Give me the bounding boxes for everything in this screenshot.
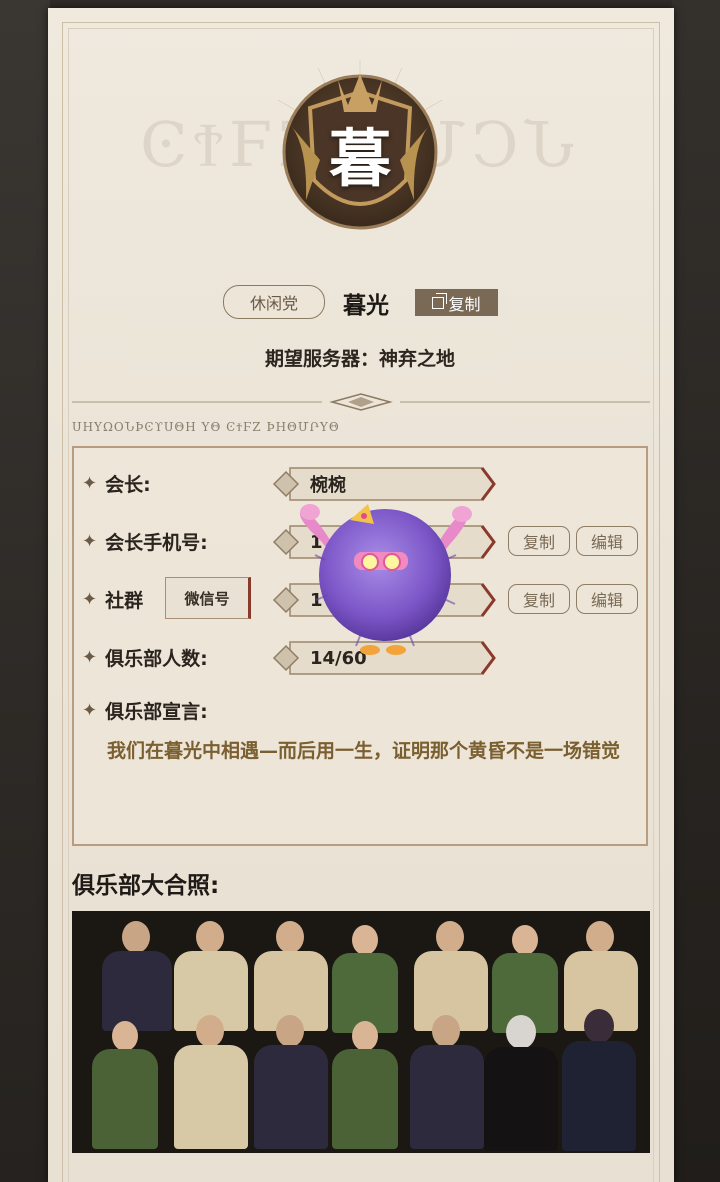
- phone-label: 会长手机号:: [105, 532, 208, 554]
- field-frame-icon: [272, 467, 496, 501]
- leader-value: 椀椀: [310, 475, 346, 496]
- star-ornament-icon: ✦: [82, 700, 98, 721]
- members-label: 俱乐部人数:: [105, 648, 208, 670]
- declaration-label: 俱乐部宣言:: [105, 701, 208, 723]
- leader-field: 椀椀: [270, 466, 496, 502]
- members-row-label: ✦ 俱乐部人数:: [82, 644, 208, 671]
- community-row-label: ✦ 社群: [82, 586, 143, 613]
- declaration-text: 我们在暮光中相遇—而后用一生，证明那个黄昏不是一场错觉: [107, 740, 621, 762]
- club-type-tag: 休闲党: [223, 285, 325, 319]
- runic-subtitle: ՍΗΥΩΟՆϷϾϒՍΘΗ ΥΘ ϾϮϜΖ ϷΗΘՄՐΥΘ: [72, 420, 340, 434]
- background-right: [672, 0, 720, 1182]
- leader-row-label: ✦ 会长:: [82, 470, 151, 497]
- ornament-divider: [72, 393, 650, 411]
- copy-phone-button[interactable]: 复制: [508, 526, 570, 556]
- group-photo-title: 俱乐部大合照:: [72, 873, 220, 899]
- expected-server: 期望服务器：神弃之地: [264, 348, 455, 370]
- emblem-character: 暮: [328, 122, 391, 195]
- edit-community-button[interactable]: 编辑: [576, 584, 638, 614]
- copy-button-label: 复制: [448, 294, 481, 314]
- declaration-row-label: ✦ 俱乐部宣言:: [82, 697, 208, 724]
- fluffy-mascot-icon[interactable]: [290, 500, 480, 670]
- group-photo[interactable]: [72, 911, 650, 1153]
- background-left: [0, 0, 50, 1182]
- star-ornament-icon: ✦: [82, 473, 98, 494]
- copy-icon: [432, 292, 448, 309]
- community-label: 社群: [105, 590, 144, 612]
- star-ornament-icon: ✦: [82, 531, 98, 552]
- wechat-selector[interactable]: 微信号: [165, 577, 251, 619]
- leader-label: 会长:: [105, 474, 151, 496]
- club-name: 暮光: [343, 292, 389, 319]
- copy-club-name-button[interactable]: 复制: [415, 289, 498, 316]
- star-ornament-icon: ✦: [82, 647, 98, 668]
- copy-community-button[interactable]: 复制: [508, 584, 570, 614]
- phone-row-label: ✦ 会长手机号:: [82, 528, 208, 555]
- star-ornament-icon: ✦: [82, 589, 98, 610]
- edit-phone-button[interactable]: 编辑: [576, 526, 638, 556]
